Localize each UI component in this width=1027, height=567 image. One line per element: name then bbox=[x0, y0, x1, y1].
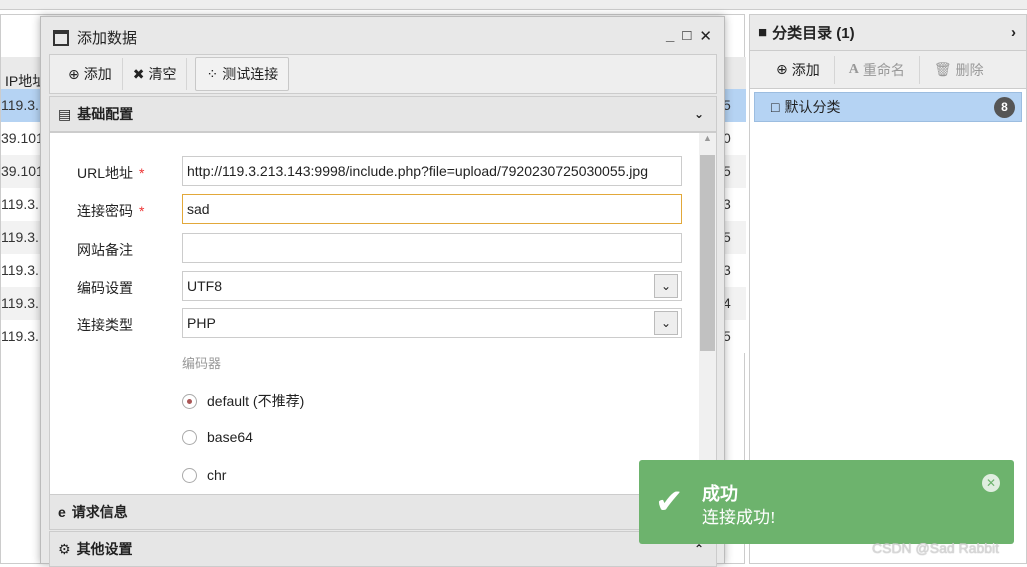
password-input[interactable]: sad bbox=[182, 194, 682, 224]
radio-checked-icon bbox=[182, 393, 197, 409]
folder-open-icon: □ bbox=[771, 99, 780, 115]
clear-button[interactable]: ✖ 清空 bbox=[123, 58, 188, 90]
dialog-title: 添加数据 bbox=[77, 30, 138, 47]
encoding-label: 编码设置 bbox=[77, 280, 133, 296]
cell-ip: 119.3. bbox=[1, 295, 39, 311]
spinner-icon: ⁘ bbox=[206, 65, 219, 82]
delete-button[interactable]: 🗑 删除 bbox=[920, 56, 998, 84]
radio-icon bbox=[182, 467, 197, 483]
chevron-up-icon: ⌃ bbox=[693, 542, 704, 556]
note-input[interactable] bbox=[182, 233, 682, 263]
add-label: 添加 bbox=[83, 66, 112, 82]
toast-message: 连接成功! bbox=[702, 508, 776, 527]
dialog-title-bar[interactable]: 添加数据 bbox=[53, 27, 137, 48]
category-name: 默认分类 bbox=[784, 99, 841, 115]
section-title: 请求信息 bbox=[71, 504, 128, 520]
rename-button[interactable]: A 重命名 bbox=[835, 55, 920, 84]
delete-label: 删除 bbox=[955, 61, 984, 78]
category-add-button[interactable]: ⊕ 添加 bbox=[762, 55, 835, 84]
window-icon bbox=[53, 29, 69, 46]
chevron-down-icon[interactable]: ⌄ bbox=[654, 311, 678, 335]
section-request-info[interactable]: e请求信息⌃ bbox=[49, 494, 717, 530]
section-title: 其他设置 bbox=[76, 541, 133, 557]
scrollbar[interactable]: ▲ bbox=[699, 133, 716, 509]
close-icon[interactable]: ✕ bbox=[699, 27, 712, 45]
trash-icon: 🗑 bbox=[933, 61, 952, 77]
ie-icon: e bbox=[58, 504, 66, 520]
count-badge: 8 bbox=[994, 97, 1015, 118]
minimize-icon[interactable]: _ bbox=[666, 27, 674, 45]
folder-icon: ■ bbox=[758, 24, 768, 41]
cell-ip: 119.3. bbox=[1, 328, 39, 344]
scrollbar-thumb[interactable] bbox=[700, 155, 715, 351]
plus-circle-icon: ⊕ bbox=[776, 61, 788, 77]
radio-icon bbox=[182, 429, 197, 445]
category-toolbar: ⊕ 添加 A 重命名 🗑 删除 bbox=[750, 51, 1026, 89]
encoder-label: 编码器 bbox=[182, 356, 222, 371]
add-label: 添加 bbox=[791, 61, 820, 78]
add-data-dialog: 添加数据 _ □ ✕ ⊕ 添加 ✖ 清空 ⁘ 测试连接 ▤ 基础配置 ⌄ URL地址 * htt… bbox=[40, 16, 725, 567]
encoder-option-chr[interactable]: chr bbox=[182, 467, 226, 483]
maximize-icon[interactable]: □ bbox=[682, 27, 691, 45]
section-other-settings[interactable]: ⚙ 其他设置 ⌃ bbox=[49, 531, 717, 567]
x-icon: ✖ bbox=[132, 65, 145, 82]
top-bar bbox=[0, 0, 1027, 10]
chevron-right-icon[interactable]: › bbox=[1011, 24, 1016, 41]
cell-ip: 39.101 bbox=[1, 130, 44, 146]
test-label: 测试连接 bbox=[222, 66, 279, 82]
clear-label: 清空 bbox=[148, 66, 177, 82]
plus-circle-icon: ⊕ bbox=[68, 65, 80, 82]
gears-icon: ⚙ bbox=[58, 540, 71, 557]
cell-ip: 39.101 bbox=[1, 163, 44, 179]
type-label: 连接类型 bbox=[77, 317, 133, 333]
chevron-down-icon[interactable]: ⌄ bbox=[654, 274, 678, 298]
section-basic-config[interactable]: ▤ 基础配置 ⌄ bbox=[49, 96, 717, 132]
encoder-option-default[interactable]: default (不推荐) bbox=[182, 391, 304, 411]
font-icon: A bbox=[848, 61, 859, 77]
url-input[interactable]: http://119.3.213.143:9998/include.php?fi… bbox=[182, 156, 682, 186]
category-header: ■ 分类目录 (1) › bbox=[750, 15, 1026, 51]
category-item[interactable]: □ 默认分类 8 bbox=[754, 92, 1022, 122]
close-icon[interactable]: ✕ bbox=[982, 474, 1000, 492]
rename-label: 重命名 bbox=[862, 61, 905, 78]
encoder-option-base64[interactable]: base64 bbox=[182, 429, 253, 445]
check-icon: ✔ bbox=[655, 483, 684, 521]
encoding-select[interactable]: UTF8 ⌄ bbox=[182, 271, 682, 301]
password-label: 连接密码 * bbox=[77, 203, 145, 219]
chevron-down-icon: ⌄ bbox=[693, 107, 704, 121]
basic-config-body: URL地址 * http://119.3.213.143:9998/include… bbox=[49, 132, 717, 510]
note-label: 网站备注 bbox=[77, 242, 133, 258]
cell-ip: 119.3. bbox=[1, 97, 39, 113]
watermark: CSDN @Sad Rabbit bbox=[872, 540, 1000, 556]
add-button[interactable]: ⊕ 添加 bbox=[58, 58, 123, 90]
cell-ip: 119.3. bbox=[1, 262, 39, 278]
cell-ip: 119.3. bbox=[1, 229, 39, 245]
file-icon: ▤ bbox=[58, 105, 72, 122]
dialog-toolbar: ⊕ 添加 ✖ 清空 ⁘ 测试连接 bbox=[49, 54, 717, 94]
category-title: 分类目录 (1) bbox=[772, 25, 855, 42]
url-label: URL地址 * bbox=[77, 165, 145, 181]
test-connection-button[interactable]: ⁘ 测试连接 bbox=[195, 57, 290, 91]
section-title: 基础配置 bbox=[77, 106, 134, 122]
cell-ip: 119.3. bbox=[1, 196, 39, 212]
type-select[interactable]: PHP ⌄ bbox=[182, 308, 682, 338]
success-toast: ✔ 成功 连接成功! ✕ bbox=[639, 460, 1014, 544]
